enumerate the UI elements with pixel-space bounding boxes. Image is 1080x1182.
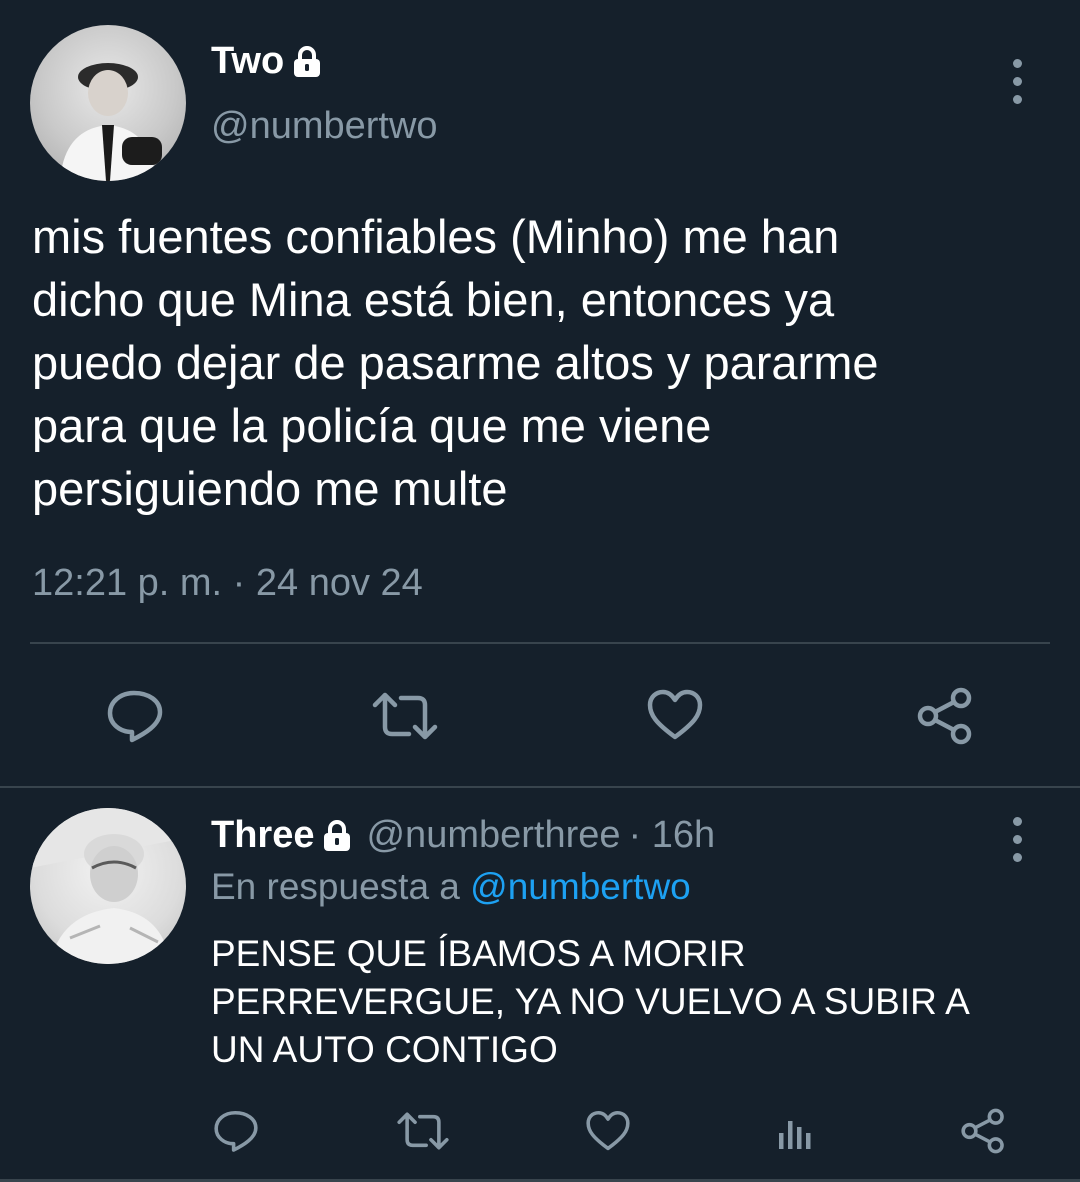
- avatar[interactable]: [30, 25, 186, 181]
- reply-icon[interactable]: [105, 688, 165, 744]
- section-divider: [0, 786, 1080, 788]
- divider: [30, 642, 1050, 644]
- reply-text: PENSE QUE ÍBAMOS A MORIR PERREVERGUE, YA…: [211, 933, 970, 1070]
- share-icon[interactable]: [960, 1107, 1006, 1155]
- reply-display-name[interactable]: Three @numberthree · 16h: [211, 814, 715, 857]
- more-options-icon[interactable]: [1002, 59, 1032, 104]
- retweet-icon[interactable]: [396, 1110, 450, 1152]
- reply-handle[interactable]: @numberthree: [366, 814, 620, 857]
- reply-context: En respuesta a @numbertwo: [211, 866, 691, 908]
- lock-icon: [294, 45, 321, 77]
- retweet-icon[interactable]: [371, 690, 439, 742]
- display-name-text[interactable]: Three: [211, 814, 314, 857]
- avatar[interactable]: [30, 808, 186, 964]
- mention-link[interactable]: @numbertwo: [470, 866, 691, 907]
- display-name[interactable]: Two: [211, 40, 322, 83]
- tweet-text: mis fuentes confiables (Minho) me han di…: [32, 210, 879, 515]
- reply-time[interactable]: · 16h: [629, 814, 716, 857]
- share-icon[interactable]: [916, 687, 974, 745]
- lock-icon: [324, 819, 351, 851]
- like-icon[interactable]: [585, 1108, 631, 1154]
- timestamp[interactable]: 12:21 p. m. · 24 nov 24: [32, 562, 423, 605]
- reply-prefix: En respuesta a: [211, 866, 460, 907]
- more-options-icon[interactable]: [1002, 817, 1032, 862]
- analytics-icon[interactable]: [774, 1108, 818, 1154]
- like-icon[interactable]: [646, 688, 704, 742]
- avatar-image: [60, 63, 162, 181]
- reply-icon[interactable]: [213, 1108, 259, 1154]
- display-name-text[interactable]: Two: [211, 40, 284, 83]
- handle[interactable]: @numbertwo: [211, 105, 438, 148]
- avatar-image: [30, 808, 186, 964]
